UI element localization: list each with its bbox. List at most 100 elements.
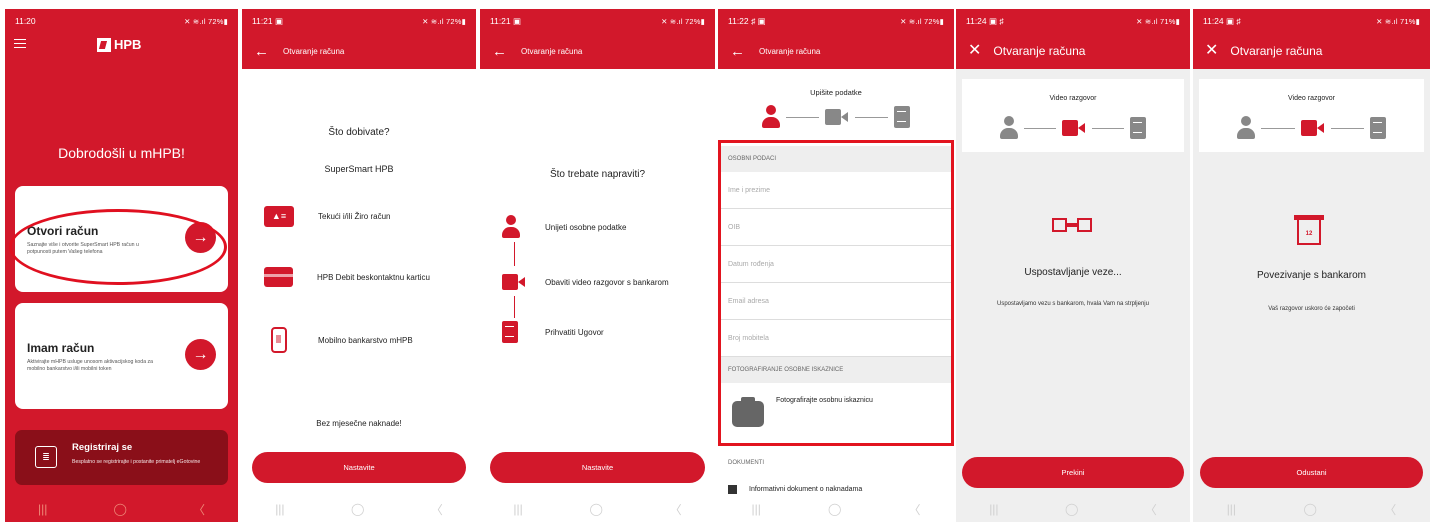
recents-button[interactable]: ||| (275, 502, 284, 516)
step-item: Prihvatiti Ugovor (502, 321, 604, 343)
top-red-bar: 11:24 ▣ ♯ ✕ ≋.ıl 71%▮ ✕ Otvaranje računa (1193, 9, 1430, 69)
status-message: Uspostavljamo vezu s bankarom, hvala Vam… (997, 301, 1149, 307)
status-time: 11:21 ▣ (490, 15, 522, 26)
credit-card-icon (264, 267, 293, 287)
top-red-bar: 11:24 ▣ ♯ ✕ ≋.ıl 71%▮ ✕ Otvaranje računa (956, 9, 1190, 69)
app-bar: ← Otvaranje računa (718, 33, 954, 69)
recents-button[interactable]: ||| (513, 502, 522, 516)
product-name: SuperSmart HPB (324, 164, 394, 174)
progress-line (1330, 127, 1364, 129)
recents-button[interactable]: ||| (752, 502, 761, 516)
status-message: Vaš razgovor uskoro će započeti (1268, 306, 1355, 312)
app-bar: ✕ Otvaranje računa (956, 33, 1190, 69)
home-button[interactable]: ◯ (113, 502, 126, 516)
heading: Što trebate napraviti? (549, 169, 646, 180)
register-title: Registriraj se (72, 442, 133, 453)
page-title: Otvaranje računa (283, 46, 345, 56)
video-camera-icon (502, 274, 526, 290)
top-red-bar: 11:21 ▣ ✕ ≋.ıl 72%▮ ← Otvaranje računa (242, 9, 476, 69)
welcome-title: Dobrodošli u mHPB! (58, 145, 185, 161)
continue-button[interactable]: Nastavite (490, 452, 705, 483)
progress-line (1261, 127, 1295, 129)
document-icon (502, 321, 518, 343)
id-card-icon: ▲≡ (264, 206, 294, 227)
screen-connecting: 11:24 ▣ ♯ ✕ ≋.ıl 71%▮ ✕ Otvaranje računa V… (956, 9, 1190, 522)
status-heading: Uspostavljanje veze... (1024, 267, 1122, 278)
step-title: Video razgovor (1049, 95, 1097, 102)
status-icons: ✕ ≋.ıl 72%▮ (422, 16, 466, 26)
back-button[interactable]: 〈 (1384, 501, 1396, 518)
back-button[interactable]: 〈 (193, 501, 205, 518)
app-bar: ← Otvaranje računa (480, 33, 715, 69)
close-icon[interactable]: ✕ (968, 43, 981, 59)
status-icons: ✕ ≋.ıl 72%▮ (661, 16, 705, 26)
recents-button[interactable]: ||| (989, 502, 998, 516)
register-card[interactable]: ≣ Registriraj se Besplatno se registrira… (15, 430, 228, 485)
step-connector (514, 296, 515, 318)
back-button[interactable]: 〈 (908, 501, 920, 518)
recents-button[interactable]: ||| (1227, 502, 1236, 516)
back-arrow-icon[interactable]: ← (730, 44, 745, 59)
feature-item: HPB Debit beskontaktnu karticu (264, 267, 430, 287)
page-title: Otvaranje računa (759, 46, 821, 56)
back-arrow-icon[interactable]: ← (492, 44, 507, 59)
back-button[interactable]: 〈 (670, 501, 682, 518)
page-title: Otvaranje računa (993, 44, 1086, 58)
top-red-bar: 11:21 ▣ ✕ ≋.ıl 72%▮ ← Otvaranje računa (480, 9, 715, 69)
status-bar: 11:21 ▣ ✕ ≋.ıl 72%▮ (480, 9, 715, 33)
highlight-oval (9, 209, 227, 285)
status-icons: ✕ ≋.ıl 72%▮ (900, 16, 944, 26)
home-button[interactable]: ◯ (1065, 502, 1078, 516)
status-time: 11:24 ▣ ♯ (1203, 15, 1241, 26)
close-icon[interactable]: ✕ (1205, 43, 1218, 59)
screen-what-you-get: 11:21 ▣ ✕ ≋.ıl 72%▮ ← Otvaranje računa Što… (242, 9, 476, 522)
home-button[interactable]: ◯ (351, 502, 364, 516)
cancel-button[interactable]: Odustani (1200, 457, 1423, 488)
step-item: Unijeti osobne podatke (502, 215, 626, 239)
hpb-logo-mark (97, 37, 111, 52)
continue-button[interactable]: Nastavite (252, 452, 466, 483)
step-connector (514, 242, 515, 266)
id-card-icon: ≣ (35, 446, 57, 468)
menu-icon[interactable] (14, 39, 26, 48)
feature-label: Tekući i/ili Žiro račun (318, 212, 391, 221)
status-icons: ✕ ≋.ıl 71%▮ (1376, 16, 1420, 26)
recents-button[interactable]: ||| (38, 502, 47, 516)
status-time: 11:22 ♯ ▣ (728, 15, 766, 26)
cancel-button[interactable]: Prekini (962, 457, 1184, 488)
status-time: 11:24 ▣ ♯ (966, 15, 1004, 26)
document-icon (728, 485, 737, 494)
home-button[interactable]: ◯ (589, 502, 602, 516)
screen-welcome: 11:20 ✕ ≋.ıl 72%▮ HPB Dobrodošli u mHPB! … (5, 9, 238, 522)
page-title: Otvaranje računa (521, 46, 583, 56)
progress-line (1024, 127, 1056, 129)
progress-line (786, 116, 819, 118)
feature-label: HPB Debit beskontaktnu karticu (317, 272, 430, 282)
arrow-right-icon[interactable]: → (185, 339, 216, 370)
video-camera-icon (825, 109, 849, 125)
document-label: Informativni dokument o naknadama (749, 486, 863, 493)
connection-icon-right (1077, 218, 1092, 232)
connection-icon-left (1052, 218, 1067, 232)
back-button[interactable]: 〈 (1145, 501, 1157, 518)
status-bar: 11:24 ▣ ♯ ✕ ≋.ıl 71%▮ (1193, 9, 1430, 33)
progress-steps (1237, 116, 1386, 140)
hpb-logo: HPB (97, 37, 141, 52)
person-icon (1000, 116, 1018, 140)
step-title: Video razgovor (1288, 95, 1335, 102)
back-arrow-icon[interactable]: ← (254, 44, 269, 59)
video-camera-icon (1300, 120, 1325, 136)
person-icon (1237, 116, 1255, 140)
step-item: Obaviti video razgovor s bankarom (502, 274, 669, 290)
register-subtitle: Besplatno se registrirajte i postanite p… (72, 459, 201, 465)
no-fee-note: Bez mjesečne naknade! (316, 419, 402, 428)
home-button[interactable]: ◯ (1303, 502, 1316, 516)
screen-what-to-do: 11:21 ▣ ✕ ≋.ıl 72%▮ ← Otvaranje računa Što… (480, 9, 715, 522)
calendar-icon: 12 (1294, 215, 1324, 245)
home-button[interactable]: ◯ (828, 502, 841, 516)
have-account-card[interactable]: Imam račun Aktivirajte mHPB usluge unoso… (15, 303, 228, 409)
back-button[interactable]: 〈 (431, 501, 443, 518)
status-icons: ✕ ≋.ıl 71%▮ (1136, 16, 1180, 26)
document-row[interactable]: Informativni dokument o naknadama (728, 485, 862, 494)
video-camera-icon (1062, 120, 1086, 136)
